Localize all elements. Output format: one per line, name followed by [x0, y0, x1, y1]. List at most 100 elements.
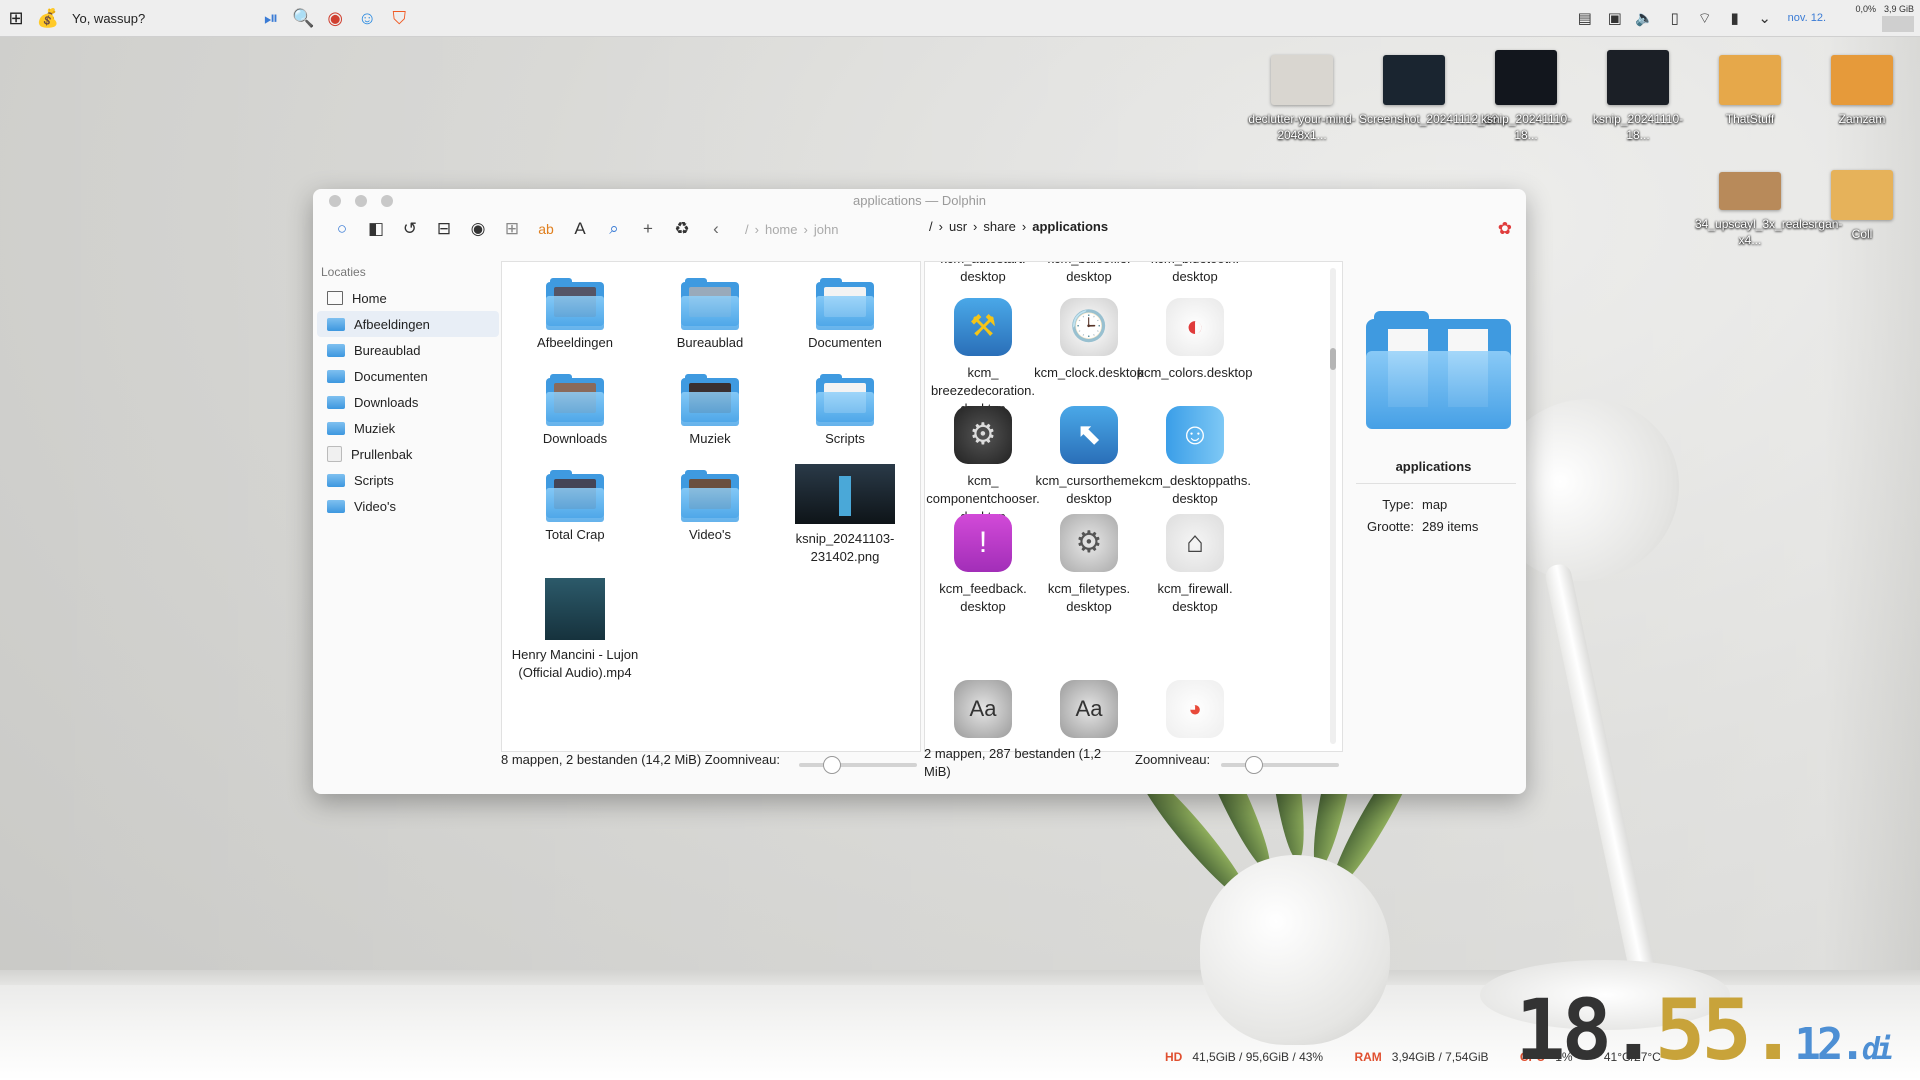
desktop-icon[interactable]: Screenshot_20241112_18...	[1359, 55, 1508, 127]
file-item[interactable]: ⚒kcm_breezedecoration.desktop	[925, 298, 1041, 418]
file-item[interactable]: Documenten	[780, 278, 910, 352]
sidebar-item-label: Downloads	[354, 394, 419, 410]
font-icon[interactable]: A	[563, 214, 597, 244]
sidebar-item-bureaublad[interactable]: Bureaublad	[317, 337, 499, 363]
file-item[interactable]: kcm_autostart.desktop	[925, 262, 1041, 286]
file-item[interactable]: 🕒 kcm_clock.desktop	[1031, 298, 1147, 382]
crumb-root[interactable]: /	[745, 222, 749, 237]
file-item[interactable]: Downloads	[510, 374, 640, 448]
file-item[interactable]: Total Crap	[510, 470, 640, 544]
file-item[interactable]: Muziek	[645, 374, 775, 448]
close-view-icon[interactable]: ✿	[1498, 219, 1512, 239]
crumb-root[interactable]: /	[929, 219, 933, 234]
sidebar-item-scripts[interactable]: Scripts	[317, 467, 499, 493]
file-item[interactable]: ksnip_20241103-231402.png	[780, 464, 910, 566]
desktop-icon[interactable]: Zamzam	[1807, 55, 1917, 127]
battery-icon[interactable]: ▮	[1720, 9, 1750, 27]
crumb-home[interactable]: home	[765, 222, 798, 237]
back-icon[interactable]: ‹	[699, 214, 733, 244]
reload-icon[interactable]: ↺	[393, 214, 427, 244]
crumb-john[interactable]: john	[814, 222, 839, 237]
preview-eye-icon[interactable]: ◉	[461, 214, 495, 244]
sidebar-item-muziek[interactable]: Muziek	[317, 415, 499, 441]
file-item[interactable]: ⌂ kcm_firewall. desktop	[1137, 514, 1253, 616]
folder-icon	[546, 470, 604, 522]
money-bag-icon[interactable]: 💰	[32, 0, 64, 36]
sidebar-item-downloads[interactable]: Downloads	[317, 389, 499, 415]
apple-icon[interactable]: ◕	[1166, 680, 1224, 738]
clipboard-icon[interactable]: ▤	[1570, 9, 1600, 27]
sidebar-item-videos[interactable]: Video's	[317, 493, 499, 519]
crumb-usr[interactable]: usr	[949, 219, 967, 234]
desktop-icon[interactable]: declutter-your-mind-2048x1...	[1247, 55, 1357, 143]
memory-widget: 0,0% 3,9 GiB	[1834, 4, 1914, 32]
phone-icon[interactable]: ▯	[1660, 9, 1690, 27]
file-item-label: kcm_cursortheme.	[1035, 473, 1143, 488]
recycle-icon[interactable]: ♻	[665, 214, 699, 244]
file-item[interactable]: kcm_bluetooth.desktop	[1137, 262, 1253, 286]
rename-icon[interactable]: ab	[529, 214, 563, 244]
zoom-slider-knob[interactable]	[1244, 756, 1263, 774]
crumb-share[interactable]: share	[983, 219, 1016, 234]
sidebar-item-label: Scripts	[354, 472, 394, 488]
desktop-icon[interactable]: ThatStuff	[1695, 55, 1805, 127]
desktop-icon[interactable]: Coll	[1807, 170, 1917, 242]
sidebar-item-documenten[interactable]: Documenten	[317, 363, 499, 389]
scrollbar[interactable]	[1330, 268, 1336, 744]
status-text-right: 2 mappen, 287 bestanden (1,2 MiB)	[924, 746, 1102, 779]
file-item[interactable]: ⚙ kcm_filetypes. desktop	[1031, 514, 1147, 616]
add-icon[interactable]: +	[631, 214, 665, 244]
sidebar-item-afbeeldingen[interactable]: Afbeeldingen	[317, 311, 499, 337]
file-item[interactable]: ⬉ kcm_cursortheme. desktop	[1031, 406, 1147, 508]
desktop-icon[interactable]: ksnip_20241110-18...	[1583, 50, 1693, 143]
play-pause-icon[interactable]: ⏯	[255, 0, 287, 36]
file-item[interactable]: ☺ kcm_desktoppaths. desktop	[1137, 406, 1253, 508]
file-view-applications[interactable]: kcm_autostart.desktopkcm_baloofile.deskt…	[924, 261, 1343, 752]
chevron-down-icon[interactable]: ⌄	[1750, 9, 1780, 27]
panel-icon[interactable]: ⊟	[427, 214, 461, 244]
file-item[interactable]: Scripts	[780, 374, 910, 448]
font-icon[interactable]: Aa	[954, 680, 1012, 738]
wifi-icon[interactable]: ⌔	[1690, 9, 1720, 28]
kde-icon[interactable]: ⊞	[0, 0, 32, 36]
circle-icon[interactable]: ○	[325, 214, 359, 244]
zoom-slider-right[interactable]	[1221, 756, 1339, 774]
desktop-icon[interactable]: 34_upscayl_3x_realesrgan-x4...	[1695, 172, 1842, 248]
ram-usage: 3,94GiB / 7,54GiB	[1391, 1050, 1489, 1064]
brave-icon[interactable]: ⛉	[383, 0, 415, 36]
grid-view-icon[interactable]: ⊞	[495, 214, 529, 244]
volume-icon[interactable]: 🔈	[1630, 9, 1660, 27]
sidebar-item-home[interactable]: Home	[317, 285, 499, 311]
file-item-label: desktop	[960, 599, 1006, 614]
file-item[interactable]: ! kcm_feedback. desktop	[925, 514, 1041, 616]
zoom-slider-knob[interactable]	[822, 756, 841, 774]
window-icon[interactable]: ▣	[1600, 9, 1630, 27]
zoom-slider-left[interactable]	[799, 756, 917, 774]
search-icon[interactable]: ⌕	[597, 214, 631, 244]
file-item[interactable]: kcm_baloofile.desktop	[1031, 262, 1147, 286]
scrollbar-thumb[interactable]	[1330, 348, 1336, 370]
status-text-left: 8 mappen, 2 bestanden (14,2 MiB) Zoomniv…	[501, 752, 780, 767]
file-item-label: kcm_baloofile.	[1031, 262, 1147, 268]
folder-icon	[1831, 170, 1893, 220]
image-thumbnail-icon	[1271, 55, 1333, 105]
screenshot-icon[interactable]: ◉	[319, 0, 351, 36]
file-item[interactable]: Bureaublad	[645, 278, 775, 352]
sidebar-item-label: Prullenbak	[351, 446, 413, 462]
crumb-applications[interactable]: applications	[1032, 219, 1108, 234]
breadcrumb-right: / › usr › share › applications	[929, 219, 1109, 234]
file-view-home[interactable]: Afbeeldingen Bureaublad Documenten Downl…	[501, 261, 921, 752]
panel-date[interactable]: nov. 12.	[1788, 12, 1826, 24]
font-icon[interactable]: Aa	[1060, 680, 1118, 738]
file-item[interactable]: ⚙kcm_componentchooser.desktop	[925, 406, 1041, 526]
file-item[interactable]: Video's	[645, 470, 775, 544]
split-icon[interactable]: ◧	[359, 214, 393, 244]
sidebar-item-prullenbak[interactable]: Prullenbak	[317, 441, 499, 467]
file-item[interactable]: Afbeeldingen	[510, 278, 640, 352]
desktop-icon[interactable]: ksnip_20241110-18...	[1471, 50, 1581, 143]
document-viewer-icon[interactable]: 🔍	[287, 0, 319, 36]
file-item[interactable]: Henry Mancini - Lujon (Official Audio).m…	[510, 578, 640, 682]
finder-icon[interactable]: ☺	[351, 0, 383, 36]
titlebar[interactable]: applications — Dolphin	[313, 189, 1526, 211]
file-item[interactable]: ◐ kcm_colors.desktop	[1137, 298, 1253, 382]
